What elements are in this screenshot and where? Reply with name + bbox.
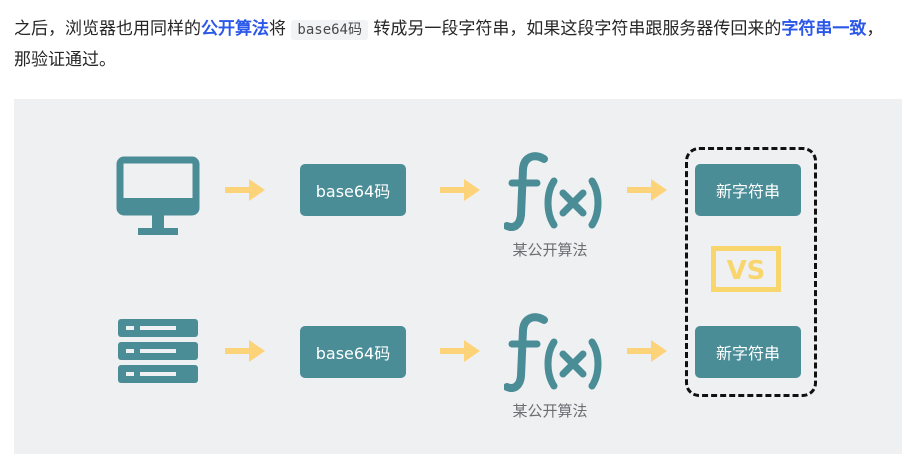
- algorithm-label-top: 某公开算法: [512, 241, 588, 259]
- paragraph-text-2: 将: [269, 19, 286, 39]
- paragraph-text-1: 之后，浏览器也用同样的: [14, 19, 201, 39]
- arrow-icon: [225, 340, 265, 362]
- arrow-icon: [627, 179, 667, 201]
- vs-badge: VS: [711, 246, 781, 292]
- arrow-icon: [627, 340, 667, 362]
- server-icon: [118, 319, 198, 383]
- highlight-public-algorithm: 公开算法: [201, 19, 269, 39]
- new-string-box-bottom: 新字符串: [695, 326, 801, 378]
- vs-label: VS: [727, 256, 766, 286]
- arrow-icon: [440, 179, 480, 201]
- arrow-icon: [225, 179, 265, 201]
- monitor-icon: [116, 156, 200, 235]
- algorithm-label-bottom: 某公开算法: [512, 402, 588, 420]
- verification-diagram: base64码 某公开算法 新字符串 VS base64码 某公开算法 新字符串: [14, 99, 902, 454]
- function-icon: [504, 152, 602, 231]
- base64-box-top: base64码: [300, 164, 406, 216]
- arrow-icon: [440, 340, 480, 362]
- paragraph-text-3: 转成另一段字符串，如果这段字符串跟服务器传回来的: [373, 19, 782, 39]
- highlight-string-match: 字符串一致: [781, 19, 867, 39]
- function-icon: [504, 313, 602, 392]
- inline-code-base64: base64码: [291, 20, 368, 40]
- explanation-paragraph: 之后，浏览器也用同样的公开算法将 base64码 转成另一段字符串，如果这段字符…: [14, 14, 900, 75]
- base64-box-bottom: base64码: [300, 326, 406, 378]
